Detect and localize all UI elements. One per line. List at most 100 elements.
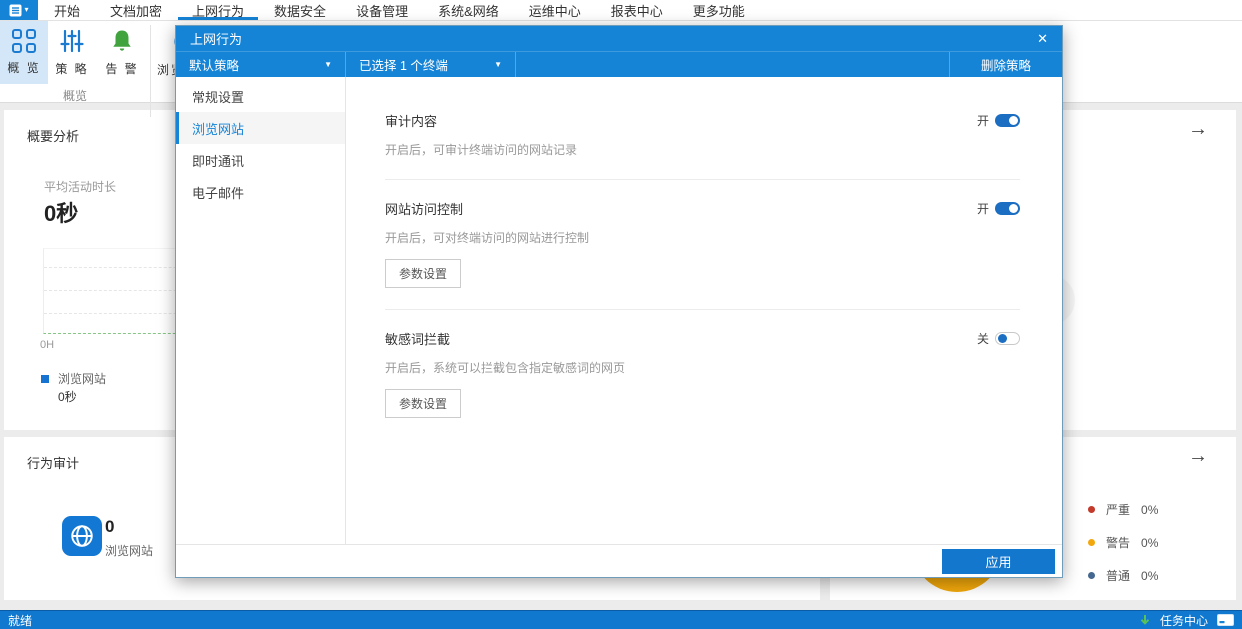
policy-select[interactable]: 默认策略 ▼ [176,52,346,77]
app-window: ▾ 开始 文档加密 上网行为 数据安全 设备管理 系统&网络 运维中心 报表中心… [0,0,1242,629]
section-divider [385,309,1020,310]
warning-label: 警告 [1106,534,1130,551]
nav-item-email[interactable]: 电子邮件 [176,176,345,208]
status-bar: 就绪 任务中心 [0,610,1242,629]
nav-item-general-settings[interactable]: 常规设置 [176,80,345,112]
section-desc: 开启后，可对终端访问的网站进行控制 [385,229,1020,246]
severe-value: 0% [1141,503,1158,517]
section-sensitive-word-block: 敏感词拦截 关 开启后，系统可以拦截包含指定敏感词的网页 参数设置 [385,329,1020,418]
ribbon-button-policy[interactable]: 策 略 [48,21,96,84]
delete-policy-button[interactable]: 删除策略 [949,52,1062,77]
menu-item-more-features[interactable]: 更多功能 [679,0,759,20]
toolbar-spacer [516,52,949,77]
download-arrow-icon [1139,614,1151,627]
toggle-state-label: 关 [977,330,989,347]
audit-content-toggle[interactable]: 开 [977,112,1020,129]
apply-button[interactable]: 应用 [942,549,1055,574]
metric-label: 平均活动时长 [44,178,116,195]
dialog-title: 上网行为 [190,29,242,48]
warning-value: 0% [1141,536,1158,550]
audit-label: 浏览网站 [105,542,153,559]
dialog-footer: 应用 [176,544,1062,577]
legend-swatch [41,375,49,383]
card-title: 概要分析 [27,126,79,145]
arrow-right-icon[interactable]: → [1188,445,1208,468]
chart-legend: 浏览网站 [41,370,106,387]
toggle-switch-icon [995,202,1020,215]
normal-value: 0% [1141,569,1158,583]
menu-item-report-center[interactable]: 报表中心 [597,0,677,20]
x-axis-tick: 0H [40,339,54,351]
param-settings-button[interactable]: 参数设置 [385,389,461,418]
menu-item-data-security[interactable]: 数据安全 [260,0,340,20]
website-access-toggle[interactable]: 开 [977,200,1020,217]
section-title: 网站访问控制 [385,199,463,218]
app-menu-button[interactable]: ▾ [0,0,38,20]
metric-value: 0秒 [44,196,78,228]
param-settings-button[interactable]: 参数设置 [385,259,461,288]
dialog-titlebar: 上网行为 ✕ [176,26,1062,51]
toggle-switch-icon [995,332,1020,345]
normal-label: 普通 [1106,567,1130,584]
ribbon-group-label: 概览 [0,87,150,104]
dialog-body: 常规设置 浏览网站 即时通讯 电子邮件 审计内容 开 开启后，可审计终端访问的网… [176,77,1062,544]
section-desc: 开启后，可审计终端访问的网站记录 [385,141,1020,158]
globe-icon [69,523,95,549]
arrow-right-icon[interactable]: → [1188,118,1208,141]
status-ready-text: 就绪 [8,612,32,629]
severe-label: 严重 [1106,501,1130,518]
menu-item-system-network[interactable]: 系统&网络 [424,0,513,20]
ribbon-button-alert[interactable]: 告 警 [98,21,146,84]
section-audit-content: 审计内容 开 开启后，可审计终端访问的网站记录 [385,111,1020,158]
section-desc: 开启后，系统可以拦截包含指定敏感词的网页 [385,359,1020,376]
dialog-nav: 常规设置 浏览网站 即时通讯 电子邮件 [176,77,346,544]
console-window-icon[interactable] [1217,614,1234,626]
dialog-content: 审计内容 开 开启后，可审计终端访问的网站记录 网站访问控制 开 [346,77,1062,544]
close-button[interactable]: ✕ [1037,31,1048,47]
browse-website-tile[interactable] [62,516,102,556]
sensitive-word-toggle[interactable]: 关 [977,330,1020,347]
title-menu-bar: ▾ 开始 文档加密 上网行为 数据安全 设备管理 系统&网络 运维中心 报表中心… [0,0,1242,21]
menu-item-internet-behavior[interactable]: 上网行为 [178,0,258,20]
ribbon-divider [150,25,151,117]
section-divider [385,179,1020,180]
terminal-select[interactable]: 已选择 1 个终端 ▼ [346,52,516,77]
legend-item-normal: 普通 0% [1088,567,1158,584]
terminal-select-value: 已选择 1 个终端 [359,55,448,74]
normal-dot-icon [1088,572,1095,579]
section-title: 敏感词拦截 [385,329,450,348]
caret-down-icon: ▾ [24,6,28,14]
legend-item-warning: 警告 0% [1088,534,1158,551]
internet-behavior-dialog: 上网行为 ✕ 默认策略 ▼ 已选择 1 个终端 ▼ 删除策略 常规设置 浏览网站… [175,25,1063,578]
ribbon-button-overview[interactable]: 概 览 [0,21,48,84]
caret-down-icon: ▼ [494,60,502,69]
legend-item-severe: 严重 0% [1088,501,1158,518]
policy-select-value: 默认策略 [189,55,239,74]
legend-label: 浏览网站 [58,370,106,387]
ribbon-button-label: 概 览 [7,59,40,76]
warning-dot-icon [1088,539,1095,546]
grid-icon [12,29,36,53]
nav-item-instant-messaging[interactable]: 即时通讯 [176,144,345,176]
dialog-toolbar: 默认策略 ▼ 已选择 1 个终端 ▼ 删除策略 [176,51,1062,77]
sliders-icon [59,28,85,54]
nav-item-browse-websites[interactable]: 浏览网站 [176,112,345,144]
severe-dot-icon [1088,506,1095,513]
legend-value: 0秒 [58,388,77,405]
menu-item-doc-encrypt[interactable]: 文档加密 [96,0,176,20]
section-title: 审计内容 [385,111,437,130]
audit-count: 0 [105,517,114,537]
task-center-link[interactable]: 任务中心 [1160,612,1208,629]
app-logo-icon [9,4,22,17]
bell-icon [109,28,135,54]
toggle-switch-icon [995,114,1020,127]
toggle-state-label: 开 [977,200,989,217]
ribbon-button-label: 策 略 [55,60,88,77]
card-title: 行为审计 [27,453,79,472]
section-website-access-control: 网站访问控制 开 开启后，可对终端访问的网站进行控制 参数设置 [385,199,1020,288]
ribbon-button-label: 告 警 [105,60,138,77]
menu-item-ops-center[interactable]: 运维中心 [515,0,595,20]
caret-down-icon: ▼ [324,60,332,69]
menu-item-device-mgmt[interactable]: 设备管理 [342,0,422,20]
menu-item-start[interactable]: 开始 [40,0,94,20]
